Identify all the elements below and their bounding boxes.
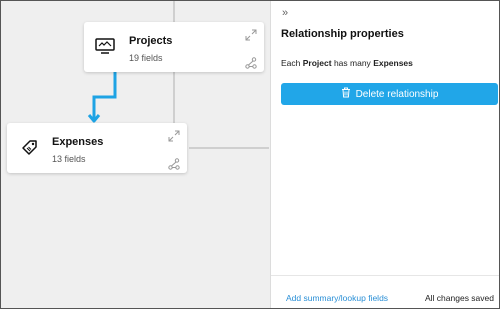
trash-icon <box>341 87 351 101</box>
double-chevron-right-icon[interactable]: » <box>282 7 288 19</box>
expand-icon[interactable] <box>245 28 257 41</box>
schema-canvas[interactable]: Projects 19 fields Expenses 13 fields <box>1 1 269 308</box>
child-table-name: Expenses <box>373 58 413 68</box>
table-card-title: Expenses <box>52 136 104 148</box>
save-status: All changes saved <box>425 293 494 303</box>
delete-relationship-button[interactable]: Delete relationship <box>281 83 498 105</box>
relationship-panel: » Relationship properties Each Project h… <box>270 1 499 308</box>
table-card-field-count: 19 fields <box>129 53 163 63</box>
expand-icon[interactable] <box>168 129 180 142</box>
delete-relationship-label: Delete relationship <box>355 88 439 100</box>
link-nodes-icon[interactable] <box>245 56 257 69</box>
table-card-expenses[interactable]: Expenses 13 fields <box>7 123 187 173</box>
panel-title: Relationship properties <box>281 28 404 40</box>
link-nodes-icon[interactable] <box>168 157 180 170</box>
table-card-title: Projects <box>129 35 173 47</box>
parent-table-name: Project <box>302 58 332 68</box>
table-card-field-count: 13 fields <box>52 154 86 164</box>
price-tag-icon <box>21 139 39 162</box>
app-window: Projects 19 fields Expenses 13 fields » … <box>0 0 500 309</box>
monitor-icon <box>95 38 115 59</box>
panel-footer: Add summary/lookup fields All changes sa… <box>271 275 499 308</box>
relationship-description: Each Project has many Expenses <box>281 58 413 68</box>
add-summary-lookup-link[interactable]: Add summary/lookup fields <box>286 293 388 303</box>
table-card-projects[interactable]: Projects 19 fields <box>84 22 264 72</box>
